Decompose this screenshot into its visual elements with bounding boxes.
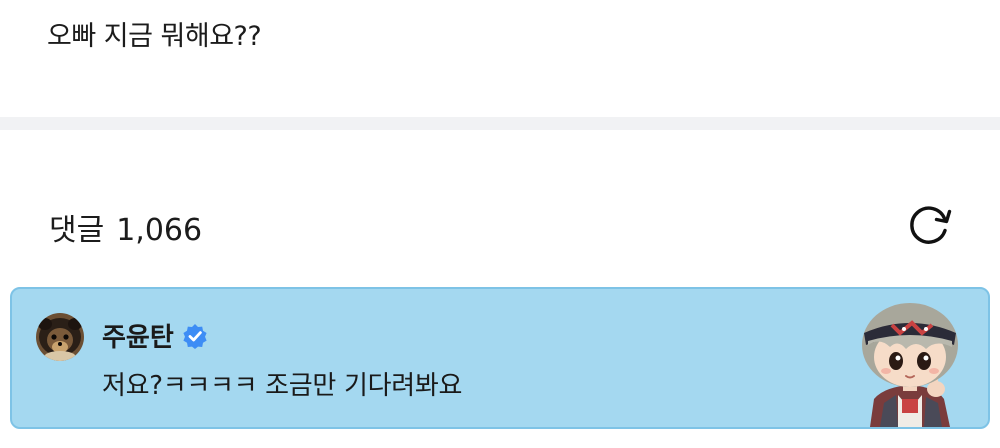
section-divider bbox=[0, 117, 1000, 130]
author-name[interactable]: 주윤탄 bbox=[102, 317, 174, 354]
refresh-button[interactable] bbox=[902, 203, 954, 249]
refresh-icon bbox=[910, 206, 952, 244]
character-sticker bbox=[862, 303, 958, 427]
author-row: 주윤탄 bbox=[102, 317, 208, 354]
comment-card[interactable]: 주윤탄 저요?ㅋㅋㅋㅋ 조금만 기다려봐요 bbox=[10, 287, 990, 429]
comments-header: 댓글 1,066 bbox=[49, 205, 202, 249]
verified-badge-icon bbox=[183, 323, 207, 349]
comments-label: 댓글 bbox=[49, 213, 105, 248]
comments-count: 1,066 bbox=[116, 213, 203, 248]
avatar[interactable] bbox=[36, 313, 84, 361]
post-text: 오빠 지금 뭐해요?? bbox=[47, 21, 262, 52]
comment-text: 저요?ㅋㅋㅋㅋ 조금만 기다려봐요 bbox=[102, 371, 463, 401]
